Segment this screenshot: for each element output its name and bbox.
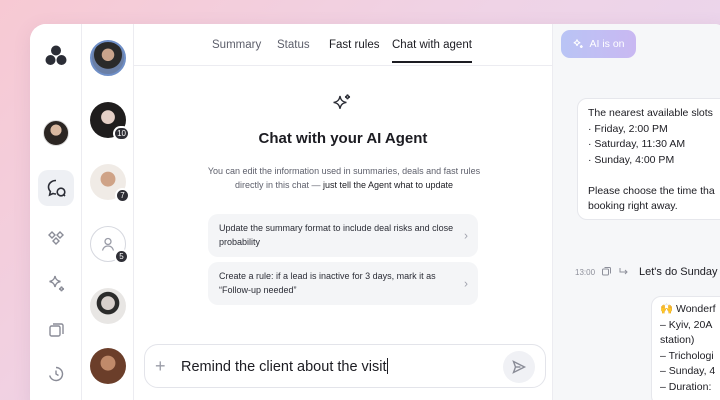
tab-chat-with-agent[interactable]: Chat with agent <box>392 39 472 63</box>
message-input[interactable]: Remind the client about the visit <box>181 358 501 375</box>
message-actions <box>601 266 629 277</box>
copy-icon[interactable] <box>38 312 74 348</box>
tab-status[interactable]: Status <box>277 39 310 61</box>
suggestion-card[interactable]: Create a rule: if a lead is inactive for… <box>208 262 478 305</box>
message-line: – Duration: <box>660 380 712 393</box>
chevron-right-icon: › <box>464 275 468 290</box>
description-emphasis: just tell the Agent what to update <box>322 180 454 190</box>
message-line: Please choose the time tha <box>588 184 715 197</box>
suggestion-card[interactable]: Update the summary format to include dea… <box>208 214 478 257</box>
unread-badge: 7 <box>115 188 130 203</box>
message-text: Let's do Sunday <box>639 266 718 278</box>
message-bubble: The nearest available slots · Friday, 2:… <box>577 98 720 220</box>
app-window: 10 7 5 Summary Status Fast rules Chat wi… <box>30 24 720 400</box>
agent-panel: Summary Status Fast rules Chat with agen… <box>134 24 552 400</box>
message-line: · Friday, 2:00 PM <box>588 122 668 135</box>
user-avatar[interactable] <box>43 120 69 146</box>
history-icon[interactable] <box>38 356 74 392</box>
contacts-list: 10 7 5 <box>82 24 134 400</box>
unread-badge: 5 <box>114 249 129 264</box>
nav-rail <box>30 24 82 400</box>
logo-icon[interactable] <box>38 38 74 74</box>
contact-avatar[interactable] <box>90 348 126 384</box>
message-line: The nearest available slots <box>588 107 713 119</box>
plus-icon[interactable]: + <box>155 356 166 376</box>
agent-description: You can edit the information used in sum… <box>194 164 494 192</box>
copy-icon[interactable] <box>601 266 612 277</box>
ai-sparkle-icon[interactable] <box>38 266 74 302</box>
contact-avatar-placeholder[interactable]: 5 <box>90 226 129 264</box>
message-input-text: Remind the client about the visit <box>181 359 387 375</box>
conversation-panel: AI is on The nearest available slots · F… <box>552 24 720 400</box>
chats-icon[interactable] <box>38 170 74 206</box>
text-caret <box>386 358 388 374</box>
agent-title: Chat with your AI Agent <box>258 130 428 147</box>
message-line: – Sunday, 4 <box>660 365 716 377</box>
ai-sparkle-icon <box>574 39 584 49</box>
suggestion-text: Create a rule: if a lead is inactive for… <box>219 271 436 295</box>
contact-avatar[interactable] <box>90 40 126 76</box>
send-button[interactable] <box>503 351 535 383</box>
tab-fast-rules[interactable]: Fast rules <box>329 39 380 61</box>
pipeline-icon[interactable] <box>38 220 74 256</box>
message-line: – Kyiv, 20A <box>660 318 713 331</box>
ai-toggle-label: AI is on <box>589 38 625 50</box>
person-icon <box>101 237 115 251</box>
message-timestamp: 13:00 <box>575 268 596 277</box>
unread-badge: 10 <box>113 126 130 141</box>
message-line: station) <box>660 334 695 346</box>
message-line: · Saturday, 11:30 AM <box>588 138 686 150</box>
tab-summary[interactable]: Summary <box>212 39 261 61</box>
contact-avatar[interactable]: 10 <box>90 102 130 141</box>
send-icon <box>512 360 527 374</box>
message-line: · Sunday, 4:00 PM <box>588 153 675 166</box>
message-line: – Trichologi <box>660 349 714 362</box>
tab-bar: Summary Status Fast rules Chat with agen… <box>134 24 552 66</box>
ai-toggle-button[interactable]: AI is on <box>561 30 636 58</box>
reply-icon[interactable] <box>618 266 629 277</box>
message-bubble: 🙌 Wonderf – Kyiv, 20A station) – Trichol… <box>651 296 720 400</box>
suggestion-text: Update the summary format to include dea… <box>219 223 454 247</box>
message-composer: + Remind the client about the visit <box>144 344 546 388</box>
contact-avatar[interactable] <box>90 288 126 324</box>
message-line: booking right away. <box>588 200 678 212</box>
contact-avatar[interactable]: 7 <box>90 164 130 203</box>
sparkle-icon <box>333 94 351 109</box>
chevron-right-icon: › <box>464 227 468 242</box>
message-line: 🙌 Wonderf <box>660 303 716 315</box>
